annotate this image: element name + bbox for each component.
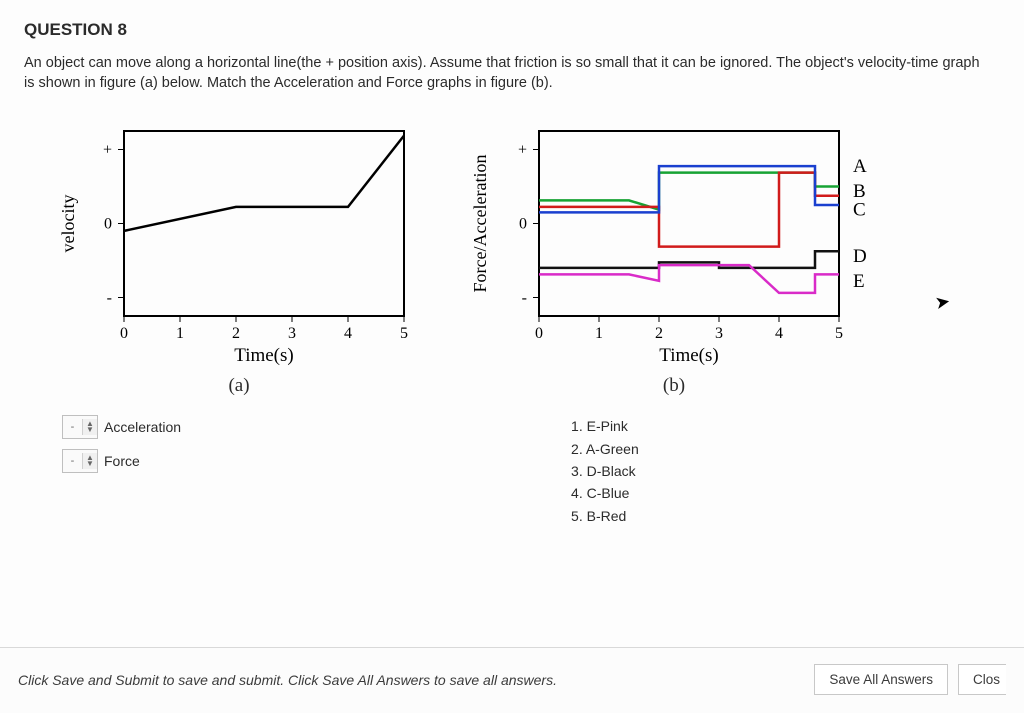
figure-b: 012345+0-ABCDEForce/AccelerationTime(s) …	[464, 121, 884, 397]
figures-row: 012345+0-velocityTime(s) (a) 012345+0-AB…	[54, 121, 1000, 397]
figure-b-label: (b)	[663, 375, 685, 397]
acceleration-select[interactable]: - ▲▼	[62, 415, 98, 439]
close-button[interactable]: Clos	[958, 664, 1006, 695]
figure-a: 0 1 2 3 4 5 +0 - velocity Time(s) (a)	[54, 121, 424, 397]
matcher-label: Acceleration	[104, 419, 181, 435]
matcher-acceleration: - ▲▼ Acceleration	[62, 415, 181, 439]
color-key: 1. E-Pink 2. A-Green 3. D-Black 4. C-Blu…	[571, 415, 639, 527]
svg-text:2: 2	[232, 325, 240, 342]
question-prompt: An object can move along a horizontal li…	[24, 54, 984, 93]
force-value: -	[63, 455, 82, 467]
footer-buttons: Save All Answers Clos	[814, 664, 1006, 695]
answer-area: - ▲▼ Acceleration - ▲▼ Force 1. E-Pink 2…	[62, 415, 1000, 527]
svg-text:2: 2	[655, 325, 663, 342]
svg-text:5: 5	[400, 325, 408, 342]
svg-text:0: 0	[104, 216, 112, 233]
matcher-force: - ▲▼ Force	[62, 449, 181, 473]
svg-text:4: 4	[775, 325, 783, 342]
svg-text:C: C	[853, 200, 866, 221]
save-all-answers-button[interactable]: Save All Answers	[814, 664, 948, 695]
svg-text:3: 3	[715, 325, 723, 342]
svg-text:1: 1	[176, 325, 184, 342]
matcher-list: - ▲▼ Acceleration - ▲▼ Force	[62, 415, 181, 527]
svg-text:Force/Acceleration: Force/Acceleration	[470, 155, 490, 293]
svg-text:+: +	[103, 142, 112, 159]
svg-text:velocity: velocity	[58, 195, 78, 253]
footer-bar: Click Save and Submit to save and submit…	[0, 647, 1024, 713]
svg-text:Time(s): Time(s)	[659, 345, 718, 366]
svg-text:D: D	[853, 246, 867, 267]
force-select[interactable]: - ▲▼	[62, 449, 98, 473]
svg-text:5: 5	[835, 325, 843, 342]
stepper-arrows-icon[interactable]: ▲▼	[82, 453, 97, 469]
acceleration-value: -	[63, 421, 82, 433]
svg-text:3: 3	[288, 325, 296, 342]
svg-text:E: E	[853, 271, 865, 292]
matcher-label: Force	[104, 453, 140, 469]
key-item: 1. E-Pink	[571, 415, 639, 437]
svg-text:-: -	[107, 290, 112, 307]
svg-text:0: 0	[120, 325, 128, 342]
key-item: 5. B-Red	[571, 505, 639, 527]
svg-text:4: 4	[344, 325, 352, 342]
figure-a-label: (a)	[228, 375, 249, 397]
stepper-arrows-icon[interactable]: ▲▼	[82, 419, 97, 435]
svg-text:0: 0	[519, 216, 527, 233]
svg-text:A: A	[853, 156, 867, 177]
footer-hint: Click Save and Submit to save and submit…	[18, 672, 557, 688]
key-item: 2. A-Green	[571, 438, 639, 460]
key-item: 3. D-Black	[571, 460, 639, 482]
svg-text:1: 1	[595, 325, 603, 342]
svg-text:+: +	[518, 142, 527, 159]
question-title: QUESTION 8	[24, 20, 1000, 40]
svg-text:-: -	[522, 290, 527, 307]
svg-text:0: 0	[535, 325, 543, 342]
velocity-time-chart: 0 1 2 3 4 5 +0 - velocity Time(s)	[54, 121, 424, 371]
svg-text:Time(s): Time(s)	[234, 345, 293, 366]
force-accel-chart: 012345+0-ABCDEForce/AccelerationTime(s)	[464, 121, 884, 371]
key-item: 4. C-Blue	[571, 482, 639, 504]
